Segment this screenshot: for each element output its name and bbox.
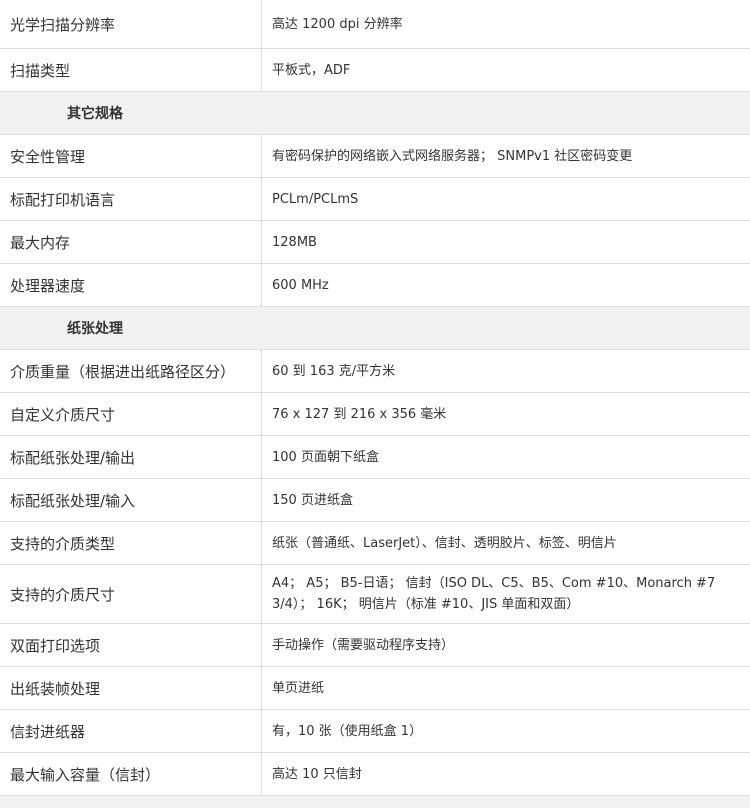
spec-label: 标配纸张处理/输出 — [0, 436, 262, 479]
spec-row-paper-output: 标配纸张处理/输出 100 页面朝下纸盒 — [0, 436, 750, 479]
spec-value: 60 到 163 克/平方米 — [262, 350, 750, 393]
section-title: 纸张处理 — [0, 307, 750, 350]
spec-row-custom-media-size: 自定义介质尺寸 76 x 127 到 216 x 356 毫米 — [0, 393, 750, 436]
spec-value: 有，10 张（使用纸盒 1） — [262, 710, 750, 753]
spec-label: 最大内存 — [0, 221, 262, 264]
section-strip — [0, 796, 750, 808]
spec-row-envelope-feeder: 信封进纸器 有，10 张（使用纸盒 1） — [0, 710, 750, 753]
spec-row-scan-type: 扫描类型 平板式，ADF — [0, 49, 750, 92]
spec-row-media-weight: 介质重量（根据进出纸路径区分） 60 到 163 克/平方米 — [0, 350, 750, 393]
spec-row-printer-language: 标配打印机语言 PCLm/PCLmS — [0, 178, 750, 221]
spec-label: 介质重量（根据进出纸路径区分） — [0, 350, 262, 393]
spec-value: 150 页进纸盒 — [262, 479, 750, 522]
spec-row-max-input-envelope: 最大输入容量（信封） 高达 10 只信封 — [0, 753, 750, 796]
spec-label: 自定义介质尺寸 — [0, 393, 262, 436]
spec-value: 单页进纸 — [262, 667, 750, 710]
spec-value: 128MB — [262, 221, 750, 264]
spec-label: 标配纸张处理/输入 — [0, 479, 262, 522]
spec-value: 600 MHz — [262, 264, 750, 307]
spec-table: 光学扫描分辨率 高达 1200 dpi 分辨率 扫描类型 平板式，ADF 其它规… — [0, 0, 750, 808]
spec-row-media-sizes: 支持的介质尺寸 A4； A5； B5-日语； 信封（ISO DL、C5、B5、C… — [0, 565, 750, 624]
spec-label: 光学扫描分辨率 — [0, 0, 262, 49]
spec-label: 扫描类型 — [0, 49, 262, 92]
spec-label: 处理器速度 — [0, 264, 262, 307]
spec-value: 100 页面朝下纸盒 — [262, 436, 750, 479]
spec-value: A4； A5； B5-日语； 信封（ISO DL、C5、B5、Com #10、M… — [262, 565, 750, 624]
spec-value: 高达 1200 dpi 分辨率 — [262, 0, 750, 49]
spec-label: 安全性管理 — [0, 135, 262, 178]
spec-label: 最大输入容量（信封） — [0, 753, 262, 796]
spec-row-security: 安全性管理 有密码保护的网络嵌入式网络服务器； SNMPv1 社区密码变更 — [0, 135, 750, 178]
spec-value: 有密码保护的网络嵌入式网络服务器； SNMPv1 社区密码变更 — [262, 135, 750, 178]
spec-value: PCLm/PCLmS — [262, 178, 750, 221]
spec-row-duplex: 双面打印选项 手动操作（需要驱动程序支持） — [0, 624, 750, 667]
spec-value: 76 x 127 到 216 x 356 毫米 — [262, 393, 750, 436]
spec-label: 出纸装帧处理 — [0, 667, 262, 710]
spec-label: 支持的介质类型 — [0, 522, 262, 565]
spec-row-optical-resolution: 光学扫描分辨率 高达 1200 dpi 分辨率 — [0, 0, 750, 49]
spec-value: 高达 10 只信封 — [262, 753, 750, 796]
spec-row-finishing: 出纸装帧处理 单页进纸 — [0, 667, 750, 710]
spec-row-processor-speed: 处理器速度 600 MHz — [0, 264, 750, 307]
spec-row-paper-input: 标配纸张处理/输入 150 页进纸盒 — [0, 479, 750, 522]
spec-row-max-memory: 最大内存 128MB — [0, 221, 750, 264]
section-header-other-specs: 其它规格 — [0, 92, 750, 135]
spec-label: 支持的介质尺寸 — [0, 565, 262, 624]
spec-label: 标配打印机语言 — [0, 178, 262, 221]
next-section-header — [0, 796, 750, 808]
section-header-paper-handling: 纸张处理 — [0, 307, 750, 350]
section-title: 其它规格 — [0, 92, 750, 135]
spec-row-media-types: 支持的介质类型 纸张（普通纸、LaserJet）、信封、透明胶片、标签、明信片 — [0, 522, 750, 565]
spec-value: 手动操作（需要驱动程序支持） — [262, 624, 750, 667]
spec-label: 双面打印选项 — [0, 624, 262, 667]
spec-label: 信封进纸器 — [0, 710, 262, 753]
spec-value: 纸张（普通纸、LaserJet）、信封、透明胶片、标签、明信片 — [262, 522, 750, 565]
spec-value: 平板式，ADF — [262, 49, 750, 92]
